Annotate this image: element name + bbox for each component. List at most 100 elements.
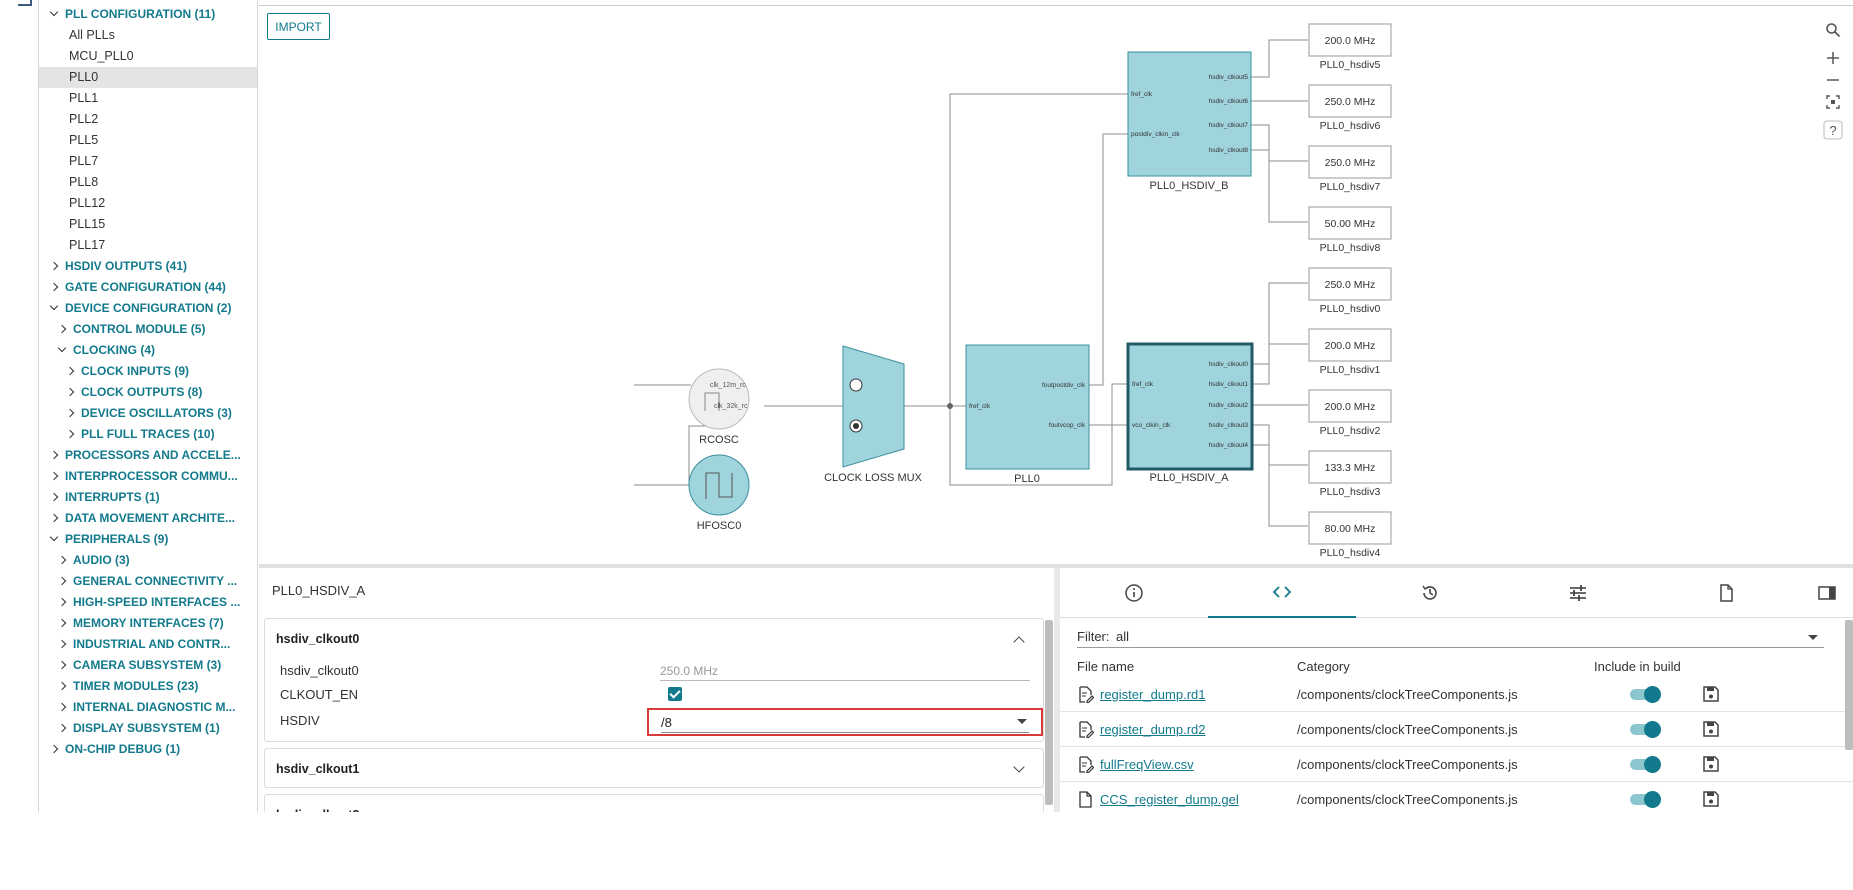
dropdown-arrow-icon[interactable] — [1808, 635, 1818, 640]
dropdown-arrow-icon[interactable] — [1017, 719, 1027, 724]
chevron-right-icon[interactable] — [49, 261, 59, 271]
tree-item[interactable]: All PLLs — [39, 25, 257, 46]
chevron-right-icon[interactable] — [57, 639, 67, 649]
output-pll0-hsdiv0[interactable]: 250.0 MHz PLL0_hsdiv0 — [1308, 267, 1392, 315]
tab-history[interactable] — [1356, 568, 1504, 618]
tree-item[interactable]: PLL17 — [39, 235, 257, 256]
save-icon[interactable] — [1703, 686, 1719, 702]
tree-category[interactable]: CLOCKING (4) — [39, 340, 257, 361]
tree-category[interactable]: DEVICE CONFIGURATION (2) — [39, 298, 257, 319]
chevron-right-icon[interactable] — [57, 576, 67, 586]
tab-file[interactable] — [1652, 568, 1800, 618]
tree-item[interactable]: PLL7 — [39, 151, 257, 172]
file-link[interactable]: register_dump.rd2 — [1100, 722, 1206, 737]
chevron-right-icon[interactable] — [57, 660, 67, 670]
chevron-right-icon[interactable] — [57, 597, 67, 607]
tree-category[interactable]: DATA MOVEMENT ARCHITE... — [39, 508, 257, 529]
chevron-right-icon[interactable] — [65, 408, 75, 418]
hfosc0-node[interactable]: HFOSC0 — [688, 454, 750, 532]
output-pll0-hsdiv5[interactable]: 200.0 MHz PLL0_hsdiv5 — [1308, 23, 1392, 71]
tree-category[interactable]: MEMORY INTERFACES (7) — [39, 613, 257, 634]
output-pll0-hsdiv3[interactable]: 133.3 MHz PLL0_hsdiv3 — [1308, 450, 1392, 498]
clock-loss-mux[interactable]: CLOCK LOSS MUX — [824, 345, 923, 484]
hsdiv-select[interactable]: /8 — [647, 708, 1043, 736]
chevron-right-icon[interactable] — [57, 681, 67, 691]
tree-item[interactable]: PLL8 — [39, 172, 257, 193]
pll0-hsdiv-a-block[interactable]: fref_clk vco_clkin_clk hsdiv_clkout0 hsd… — [1126, 342, 1254, 484]
save-icon[interactable] — [1703, 791, 1719, 807]
output-pll0-hsdiv8[interactable]: 50.00 MHz PLL0_hsdiv8 — [1308, 206, 1392, 254]
tree-item[interactable]: PLL1 — [39, 88, 257, 109]
tree-item[interactable]: PLL15 — [39, 214, 257, 235]
tab-settings[interactable] — [1504, 568, 1652, 618]
files-scrollbar[interactable] — [1845, 620, 1853, 750]
tree-item[interactable]: PLL5 — [39, 130, 257, 151]
accordion-header[interactable]: hsdiv_clkout2 — [265, 795, 1043, 812]
tree-item[interactable]: MCU_PLL0 — [39, 46, 257, 67]
include-in-build-toggle[interactable] — [1630, 756, 1661, 773]
chevron-right-icon[interactable] — [65, 387, 75, 397]
chevron-down-icon[interactable] — [49, 532, 59, 542]
output-pll0-hsdiv7[interactable]: 250.0 MHz PLL0_hsdiv7 — [1308, 145, 1392, 193]
tree-category[interactable]: TIMER MODULES (23) — [39, 676, 257, 697]
accordion-header[interactable]: hsdiv_clkout0 — [265, 619, 1043, 659]
tree-category[interactable]: PERIPHERALS (9) — [39, 529, 257, 550]
tree-category[interactable]: INTERRUPTS (1) — [39, 487, 257, 508]
chevron-right-icon[interactable] — [49, 471, 59, 481]
tree-category[interactable]: DISPLAY SUBSYSTEM (1) — [39, 718, 257, 739]
chevron-right-icon[interactable] — [57, 324, 67, 334]
rcosc-node[interactable]: clk_12m_rc clk_32k_rc RCOSC — [688, 368, 750, 446]
diagram-canvas[interactable]: IMPORT ? clk_12m_rc clk_32k_rc RCOSC HFO… — [259, 6, 1853, 564]
tab-info[interactable] — [1060, 568, 1208, 618]
tree-category[interactable]: INTERPROCESSOR COMMU... — [39, 466, 257, 487]
tree-category[interactable]: HIGH-SPEED INTERFACES ... — [39, 592, 257, 613]
properties-scrollbar[interactable] — [1045, 620, 1053, 805]
chevron-right-icon[interactable] — [49, 282, 59, 292]
filter-select[interactable]: Filter: all — [1077, 626, 1824, 648]
tree-category[interactable]: CONTROL MODULE (5) — [39, 319, 257, 340]
tree-item[interactable]: PLL0 — [39, 67, 257, 88]
chevron-right-icon[interactable] — [65, 366, 75, 376]
pll0-hsdiv-b-block[interactable]: fref_clk postdiv_clkin_clk hsdiv_clkout5… — [1127, 51, 1252, 192]
chevron-down-icon[interactable] — [57, 343, 67, 353]
tree-category[interactable]: CLOCK OUTPUTS (8) — [39, 382, 257, 403]
tree-category[interactable]: GENERAL CONNECTIVITY ... — [39, 571, 257, 592]
chevron-right-icon[interactable] — [49, 744, 59, 754]
output-pll0-hsdiv2[interactable]: 200.0 MHz PLL0_hsdiv2 — [1308, 389, 1392, 437]
tree-category[interactable]: GATE CONFIGURATION (44) — [39, 277, 257, 298]
tree-item[interactable]: PLL2 — [39, 109, 257, 130]
include-in-build-toggle[interactable] — [1630, 721, 1661, 738]
chevron-right-icon[interactable] — [65, 429, 75, 439]
activity-icon[interactable] — [18, 0, 32, 6]
tree-category[interactable]: PLL FULL TRACES (10) — [39, 424, 257, 445]
tree-category[interactable]: HSDIV OUTPUTS (41) — [39, 256, 257, 277]
tab-panel[interactable] — [1800, 568, 1853, 618]
clkout-en-checkbox[interactable] — [668, 687, 682, 701]
file-link[interactable]: register_dump.rd1 — [1100, 687, 1206, 702]
tree-item[interactable]: PLL12 — [39, 193, 257, 214]
accordion-header[interactable]: hsdiv_clkout1 — [265, 749, 1043, 789]
chevron-down-icon[interactable] — [1013, 761, 1025, 773]
save-icon[interactable] — [1703, 721, 1719, 737]
include-in-build-toggle[interactable] — [1630, 686, 1661, 703]
tree-category[interactable]: CAMERA SUBSYSTEM (3) — [39, 655, 257, 676]
pll0-block[interactable]: fref_clk foutpostdiv_clk foutvcop_clk PL… — [965, 344, 1090, 485]
chevron-right-icon[interactable] — [57, 555, 67, 565]
file-link[interactable]: CCS_register_dump.gel — [1100, 792, 1239, 807]
chevron-right-icon[interactable] — [49, 450, 59, 460]
tree-category[interactable]: DEVICE OSCILLATORS (3) — [39, 403, 257, 424]
tab-code[interactable] — [1208, 568, 1356, 618]
chevron-up-icon[interactable] — [1013, 636, 1025, 648]
tree-category[interactable]: INDUSTRIAL AND CONTR... — [39, 634, 257, 655]
output-pll0-hsdiv1[interactable]: 200.0 MHz PLL0_hsdiv1 — [1308, 328, 1392, 376]
chevron-right-icon[interactable] — [57, 702, 67, 712]
tree-category[interactable]: ON-CHIP DEBUG (1) — [39, 739, 257, 760]
output-pll0-hsdiv4[interactable]: 80.00 MHz PLL0_hsdiv4 — [1308, 511, 1392, 559]
include-in-build-toggle[interactable] — [1630, 791, 1661, 808]
chevron-right-icon[interactable] — [49, 492, 59, 502]
tree-category[interactable]: PROCESSORS AND ACCELE... — [39, 445, 257, 466]
chevron-down-icon[interactable] — [49, 7, 59, 17]
chevron-right-icon[interactable] — [49, 513, 59, 523]
tree-category[interactable]: PLL CONFIGURATION (11) — [39, 4, 257, 25]
chevron-down-icon[interactable] — [49, 301, 59, 311]
